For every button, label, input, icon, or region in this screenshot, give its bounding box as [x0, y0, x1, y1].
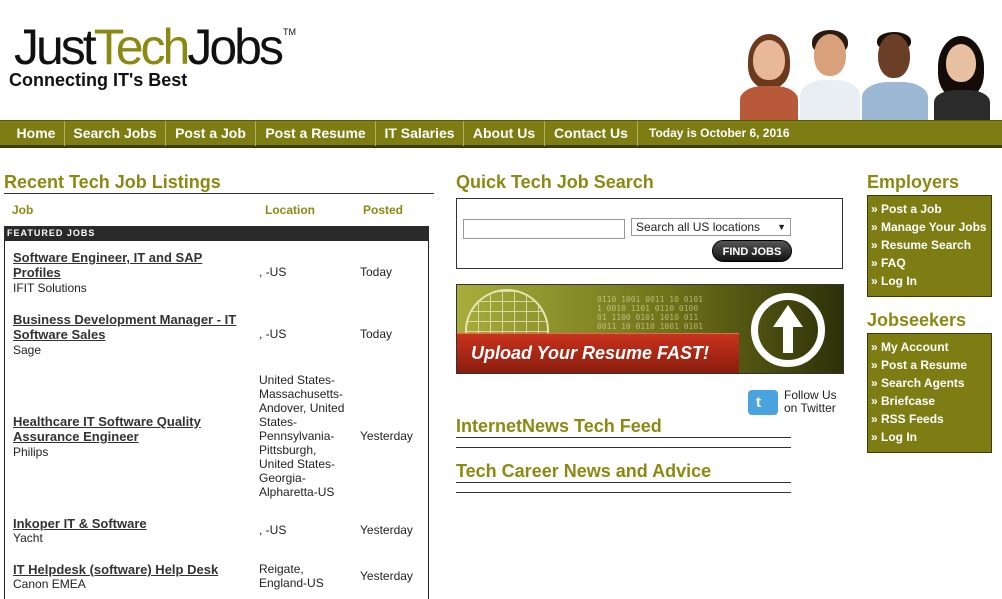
seeker-rss-feeds-link[interactable]: » RSS Feeds — [871, 410, 988, 428]
seeker-briefcase-link[interactable]: » Briefcase — [871, 392, 988, 410]
jobseekers-title: Jobseekers — [867, 310, 967, 330]
location-select-value: Search all US locations — [636, 220, 761, 234]
job-posted: Yesterday — [360, 569, 413, 583]
career-news-title: Tech Career News and Advice — [456, 461, 712, 481]
location-select[interactable]: Search all US locations ▼ — [631, 218, 791, 236]
employer-resume-search-link[interactable]: » Resume Search — [871, 236, 988, 254]
col-head-location: Location — [265, 203, 315, 217]
follow-twitter-link[interactable]: Follow Us on Twitter — [784, 389, 837, 415]
quick-search-title: Quick Tech Job Search — [456, 172, 654, 192]
banner-text: Upload Your Resume FAST! — [471, 343, 710, 363]
col-head-job: Job — [12, 203, 34, 217]
job-location: , -US — [259, 523, 287, 537]
dropdown-arrow-icon: ▼ — [777, 222, 786, 232]
job-location: , -US — [259, 327, 287, 341]
nav-today-date: Today is October 6, 2016 — [649, 126, 790, 140]
logo-just: Just — [14, 19, 97, 75]
internetnews-feed-title: InternetNews Tech Feed — [456, 416, 662, 436]
job-posted: Yesterday — [360, 429, 413, 443]
job-posted: Today — [360, 327, 393, 341]
upload-resume-banner[interactable]: 0110 1001 0011 10 0101 1 0010 1101 0110 … — [456, 284, 844, 374]
job-posted: Yesterday — [360, 523, 413, 537]
upload-arrow-head — [773, 305, 803, 327]
seeker-post-resume-link[interactable]: » Post a Resume — [871, 356, 988, 374]
employer-login-link[interactable]: » Log In — [871, 272, 988, 290]
logo-trademark: TM — [282, 27, 296, 37]
person-2-image — [798, 28, 862, 120]
keyword-search-input[interactable] — [463, 219, 625, 239]
nav-post-resume[interactable]: Post a Resume — [256, 121, 376, 146]
logo-jobs: Jobs — [187, 19, 284, 75]
nav-it-salaries[interactable]: IT Salaries — [376, 121, 464, 146]
job-company: Philips — [13, 445, 49, 459]
nav-home[interactable]: Home — [8, 121, 65, 146]
employer-manage-jobs-link[interactable]: » Manage Your Jobs — [871, 218, 988, 236]
site-header: JustTechJobs TM Connecting IT's Best — [0, 0, 1002, 120]
job-title-link[interactable]: Software Engineer, IT and SAP Profiles — [13, 250, 248, 280]
nav-contact-us[interactable]: Contact Us — [545, 121, 638, 146]
job-location: , -US — [259, 265, 287, 279]
site-logo[interactable]: JustTechJobs TM — [14, 19, 296, 75]
employer-post-job-link[interactable]: » Post a Job — [871, 200, 988, 218]
upload-arrow-stem — [783, 325, 793, 353]
seeker-my-account-link[interactable]: » My Account — [871, 338, 988, 356]
nav-search-jobs[interactable]: Search Jobs — [65, 121, 166, 146]
featured-jobs-band: FEATURED JOBS — [4, 226, 429, 241]
job-posted: Today — [360, 265, 393, 279]
jobseekers-menu: » My Account » Post a Resume » Search Ag… — [867, 333, 992, 453]
job-title-link[interactable]: IT Helpdesk (software) Help Desk — [13, 562, 253, 577]
feed-rule — [456, 482, 791, 483]
person-1-image — [736, 28, 802, 120]
site-tagline: Connecting IT's Best — [9, 70, 188, 90]
employers-title: Employers — [867, 172, 960, 192]
logo-tech: Tech — [93, 19, 191, 75]
feed-rule — [456, 437, 791, 438]
job-company: Canon EMEA — [13, 577, 86, 591]
job-company: Yacht — [13, 531, 43, 545]
person-4-image — [930, 28, 994, 120]
feed-rule — [456, 447, 791, 448]
job-location: United States-Massachusetts-Andover, Uni… — [259, 373, 345, 499]
seeker-login-link[interactable]: » Log In — [871, 428, 988, 446]
job-title-link[interactable]: Business Development Manager - IT Softwa… — [13, 312, 248, 342]
job-location: Reigate, England-US — [259, 562, 324, 590]
job-title-link[interactable]: Healthcare IT Software Quality Assurance… — [13, 414, 248, 444]
col-head-posted: Posted — [363, 203, 404, 217]
person-3-image — [860, 28, 930, 120]
employer-faq-link[interactable]: » FAQ — [871, 254, 988, 272]
recent-listings-title: Recent Tech Job Listings — [4, 172, 221, 192]
main-nav: Home Search Jobs Post a Job Post a Resum… — [0, 120, 1002, 148]
quick-search-panel: Search all US locations ▼ FIND JOBS — [456, 198, 843, 269]
nav-about-us[interactable]: About Us — [464, 121, 545, 146]
find-jobs-button[interactable]: FIND JOBS — [712, 240, 792, 262]
job-title-link[interactable]: Inkoper IT & Software — [13, 516, 248, 531]
feed-rule — [456, 492, 791, 493]
job-company: IFIT Solutions — [13, 281, 87, 295]
employers-menu: » Post a Job » Manage Your Jobs » Resume… — [867, 195, 992, 297]
recent-listings-rule — [4, 193, 434, 194]
header-people-photo — [736, 28, 1002, 120]
nav-post-job[interactable]: Post a Job — [166, 121, 256, 146]
job-company: Sage — [13, 343, 42, 357]
twitter-icon[interactable]: t — [748, 390, 778, 415]
seeker-search-agents-link[interactable]: » Search Agents — [871, 374, 988, 392]
